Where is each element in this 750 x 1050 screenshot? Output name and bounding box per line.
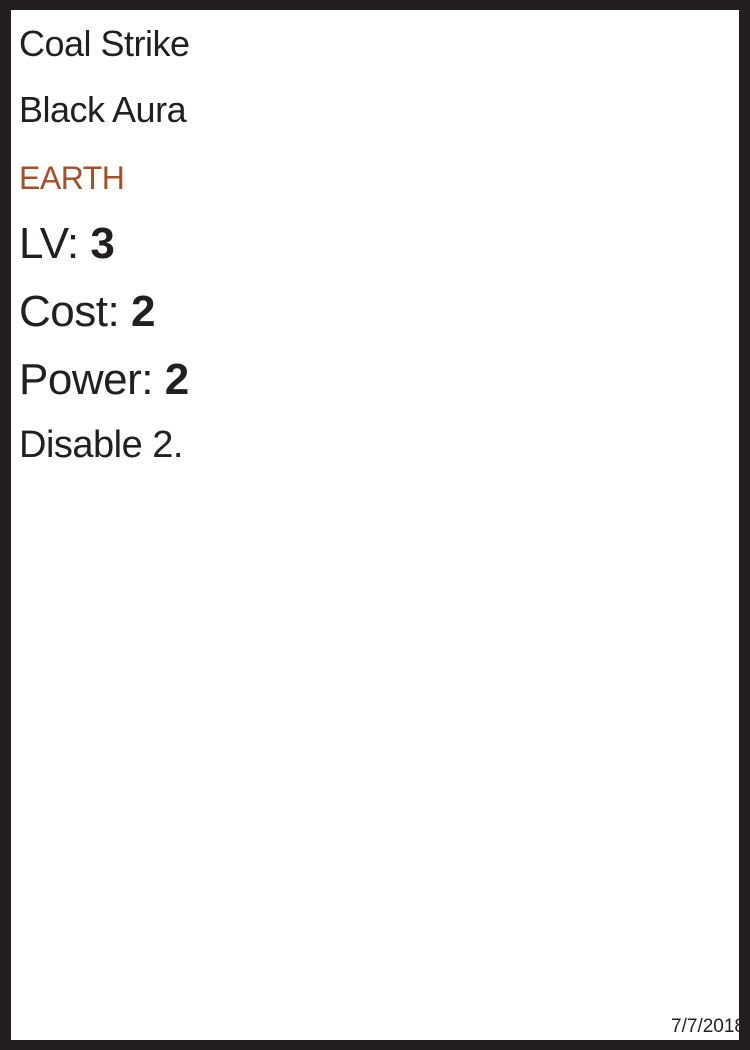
card-effect: Disable 2. [19, 424, 183, 466]
cost-value: 2 [130, 287, 155, 336]
card-element: EARTH [19, 160, 125, 196]
card: Coal Strike Black Aura EARTH LV: 3 Cost:… [0, 0, 750, 1050]
power-value: 2 [164, 355, 189, 404]
cost-label: Cost: [19, 287, 120, 336]
power-label: Power: [19, 355, 153, 404]
level-value: 3 [90, 219, 115, 268]
card-date: 7/7/2018 [671, 1016, 745, 1037]
level-label: LV: [19, 219, 79, 268]
card-level: LV: 3 [19, 219, 115, 268]
card-cost: Cost: 2 [19, 290, 155, 334]
card-name: Coal Strike [19, 23, 190, 64]
card-subtype: Black Aura [19, 89, 187, 130]
card-power: Power: 2 [19, 358, 189, 402]
